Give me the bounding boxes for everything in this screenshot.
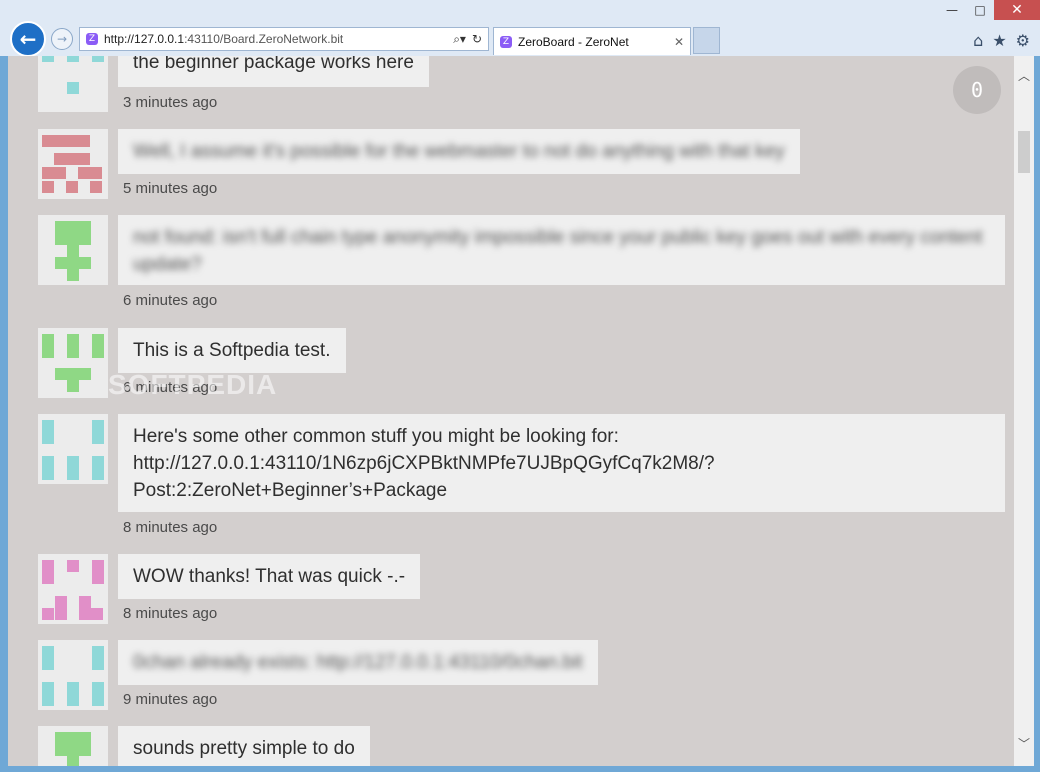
new-tab-button[interactable] xyxy=(693,27,720,54)
comment-text: Well, I assume it's possible for the web… xyxy=(133,141,785,162)
comment-time: 5 minutes ago xyxy=(123,180,218,197)
back-icon: ← xyxy=(19,27,37,51)
forward-button[interactable]: → xyxy=(51,28,73,50)
avatar xyxy=(38,554,108,624)
avatar xyxy=(38,328,108,398)
comment-text: Here's some other common stuff you might… xyxy=(133,426,619,447)
comment-text: This is a Softpedia test. xyxy=(133,340,331,361)
url-host: http://127.0.0.1 xyxy=(104,32,185,46)
comment-body: This is a Softpedia test. xyxy=(118,328,346,373)
comment-time: 9 minutes ago xyxy=(123,691,218,708)
url-path: :43110/Board.ZeroNetwork.bit xyxy=(184,32,344,46)
window-frame xyxy=(0,766,1040,772)
scroll-down-icon[interactable]: ﹀ xyxy=(1014,734,1034,754)
window-controls: — □ ✕ xyxy=(938,0,1040,22)
comment-text: sounds pretty simple to do xyxy=(133,738,355,759)
gear-icon[interactable]: ⚙ xyxy=(1016,31,1030,50)
watermark: SOFTPEDIA xyxy=(108,369,278,400)
avatar xyxy=(38,640,108,710)
comment-body: Here's some other common stuff you might… xyxy=(118,414,1005,512)
avatar xyxy=(38,215,108,285)
vertical-scrollbar[interactable]: ︿ ﹀ xyxy=(1014,56,1034,766)
comment-body: 0chan already exists: http://127.0.0.1:4… xyxy=(118,640,598,685)
comment-body: the beginner package works here xyxy=(118,56,429,87)
comment-body: WOW thanks! That was quick -.- xyxy=(118,554,421,599)
tab-site-icon: Z xyxy=(500,35,512,48)
comment-body: Well, I assume it's possible for the web… xyxy=(118,129,800,174)
comment-text: WOW thanks! That was quick -.- xyxy=(133,566,406,587)
tab-close-icon[interactable]: ✕ xyxy=(674,35,684,49)
comment-link[interactable]: http://127.0.0.1:43110/1N6zp6jCXPBktNMPf… xyxy=(133,450,990,477)
comment-time: 8 minutes ago xyxy=(123,605,218,622)
refresh-icon[interactable]: ↻ xyxy=(472,32,482,47)
maximize-button[interactable]: □ xyxy=(966,0,994,20)
back-button[interactable]: ← xyxy=(10,21,46,57)
comment-time: 3 minutes ago xyxy=(123,94,218,111)
new-comments-badge[interactable]: 0 xyxy=(953,66,1001,114)
avatar xyxy=(38,414,108,484)
site-icon: Z xyxy=(86,33,98,45)
search-icon[interactable]: ⌕▾ xyxy=(453,32,466,47)
scroll-thumb[interactable] xyxy=(1018,131,1030,173)
tab-zeroboard[interactable]: Z ZeroBoard - ZeroNet ✕ xyxy=(493,27,691,55)
comment-body: sounds pretty simple to do xyxy=(118,726,370,766)
comment-text: 0chan already exists: http://127.0.0.1:4… xyxy=(133,652,583,673)
browser-toolbar: ⌂ ★ ⚙ xyxy=(973,31,1030,50)
window-frame xyxy=(1034,56,1040,772)
scroll-up-icon[interactable]: ︿ xyxy=(1014,66,1034,86)
comment-text: not found: isn't full chain type anonymi… xyxy=(133,227,983,275)
avatar xyxy=(38,726,108,766)
home-icon[interactable]: ⌂ xyxy=(973,31,983,50)
avatar xyxy=(38,56,108,112)
comment-body: not found: isn't full chain type anonymi… xyxy=(118,215,1005,285)
page-content: 0 the beginner package works here 3 minu… xyxy=(8,56,1014,766)
comment-time: 6 minutes ago xyxy=(123,292,218,309)
close-window-button[interactable]: ✕ xyxy=(994,0,1040,20)
address-bar[interactable]: Z http://127.0.0.1:43110/Board.ZeroNetwo… xyxy=(79,27,489,51)
browser-chrome: — □ ✕ ← → Z http://127.0.0.1:43110/Board… xyxy=(0,0,1040,57)
avatar xyxy=(38,129,108,199)
comment-text-line: Post:2:ZeroNet+Beginner’s+Package xyxy=(133,480,448,501)
tab-title: ZeroBoard - ZeroNet xyxy=(518,34,629,49)
comment-text: the beginner package works here xyxy=(133,56,414,73)
comment-time: 8 minutes ago xyxy=(123,519,218,536)
star-icon[interactable]: ★ xyxy=(992,31,1006,50)
minimize-button[interactable]: — xyxy=(938,0,966,20)
forward-icon: → xyxy=(56,32,68,46)
